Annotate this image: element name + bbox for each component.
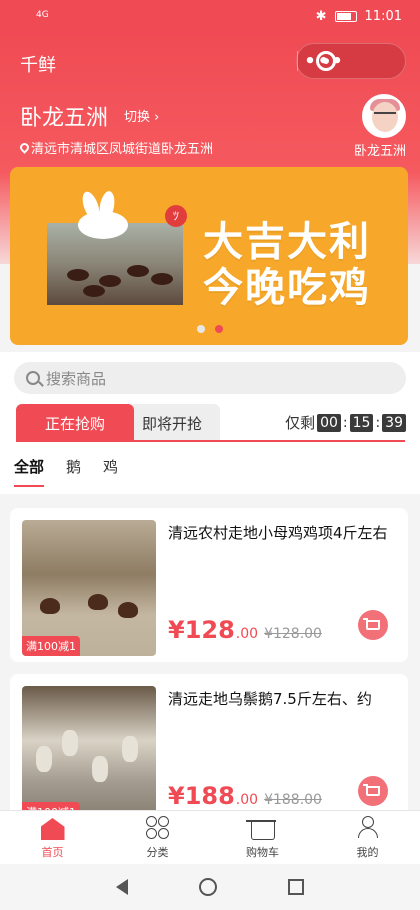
miniprogram-capsule: ••• bbox=[296, 43, 406, 79]
price-decimal: .00 bbox=[235, 792, 259, 808]
countdown-hours: 00 bbox=[317, 413, 341, 432]
avatar[interactable] bbox=[362, 94, 406, 138]
price-row: ¥188 .00 ¥188.00 bbox=[168, 782, 322, 810]
product-image[interactable]: 满100减1 bbox=[22, 520, 156, 656]
category-chicken[interactable]: 鸡 bbox=[103, 456, 118, 487]
signal-indicator: 4G bbox=[36, 10, 49, 20]
original-price: ¥128.00 bbox=[264, 626, 322, 642]
tab-upcoming[interactable]: 即将开抢 bbox=[124, 404, 220, 442]
search-icon bbox=[26, 371, 40, 385]
store-name: 卧龙五洲 bbox=[20, 106, 109, 131]
countdown-timer: 仅剩 00 : 15 : 39 bbox=[285, 412, 406, 433]
product-title[interactable]: 清远农村走地小母鸡鸡项4斤左右 bbox=[168, 522, 392, 543]
price-decimal: .00 bbox=[235, 626, 259, 642]
bunny-mascot-icon bbox=[70, 189, 140, 239]
product-card[interactable]: 满100减1 清远走地乌鬃鹅7.5斤左右、约 ¥188 .00 ¥188.00 bbox=[10, 674, 408, 828]
system-nav-bar bbox=[0, 864, 420, 910]
system-home-icon[interactable] bbox=[198, 878, 217, 896]
target-icon bbox=[315, 51, 336, 71]
nav-profile[interactable]: 我的 bbox=[315, 811, 420, 864]
promo-banner[interactable]: ﾂ 大吉大利 今晚吃鸡 bbox=[10, 167, 408, 345]
price: ¥128 bbox=[168, 616, 235, 644]
search-placeholder: 搜索商品 bbox=[46, 369, 107, 388]
carousel-dots bbox=[197, 325, 223, 333]
countdown-seconds: 39 bbox=[382, 413, 406, 432]
fire-icon: ﾂ bbox=[165, 205, 187, 227]
search-input[interactable]: 搜索商品 bbox=[14, 362, 406, 394]
battery-icon bbox=[334, 11, 357, 22]
product-title[interactable]: 清远走地乌鬃鹅7.5斤左右、约 bbox=[168, 688, 392, 709]
back-icon[interactable] bbox=[115, 879, 128, 895]
chevron-right-icon: › bbox=[154, 110, 160, 125]
category-filter: 全部 鹅 鸡 bbox=[14, 456, 118, 487]
product-image[interactable]: 满100减1 bbox=[22, 686, 156, 822]
cart-icon bbox=[363, 618, 380, 630]
price-row: ¥128 .00 ¥128.00 bbox=[168, 616, 322, 644]
carousel-dot-active[interactable] bbox=[215, 325, 223, 333]
location-pin-icon bbox=[18, 141, 31, 154]
switch-label: 切换 bbox=[124, 110, 151, 125]
bottom-nav: 首页 分类 购物车 我的 bbox=[0, 810, 420, 864]
countdown-minutes: 15 bbox=[349, 413, 374, 432]
discount-badge: 满100减1 bbox=[22, 636, 80, 656]
add-to-cart-button[interactable] bbox=[358, 610, 388, 640]
banner-headline-2: 今晚吃鸡 bbox=[203, 265, 371, 311]
home-icon bbox=[40, 818, 65, 840]
category-goose[interactable]: 鹅 bbox=[66, 456, 81, 487]
sale-tabs: 即将开抢 正在抢购 仅剩 00 : 15 : 39 bbox=[14, 404, 406, 442]
carousel-dot[interactable] bbox=[197, 325, 205, 333]
tab-ongoing[interactable]: 正在抢购 bbox=[16, 404, 134, 442]
nav-cart[interactable]: 购物车 bbox=[210, 811, 315, 864]
nav-category[interactable]: 分类 bbox=[105, 811, 210, 864]
cart-icon bbox=[245, 820, 276, 840]
nav-home[interactable]: 首页 bbox=[0, 811, 105, 864]
add-to-cart-button[interactable] bbox=[358, 776, 388, 806]
switch-store-button[interactable]: 切换 › bbox=[124, 106, 159, 125]
remaining-label: 仅剩 bbox=[285, 414, 316, 432]
category-icon bbox=[145, 816, 170, 840]
nav-home-label: 首页 bbox=[41, 846, 64, 859]
original-price: ¥188.00 bbox=[264, 792, 322, 808]
price: ¥188 bbox=[168, 782, 235, 810]
nav-category-label: 分类 bbox=[146, 846, 169, 859]
cart-icon bbox=[363, 784, 380, 796]
nav-cart-label: 购物车 bbox=[246, 846, 279, 859]
address: 清远市清城区凤城街道卧龙五洲 bbox=[18, 138, 214, 157]
nav-profile-label: 我的 bbox=[356, 846, 379, 859]
user-store-label: 卧龙五洲 bbox=[353, 144, 406, 159]
flash-sale-section: 搜索商品 即将开抢 正在抢购 仅剩 00 : 15 : 39 全部 鹅 鸡 bbox=[0, 352, 420, 494]
recent-apps-icon[interactable] bbox=[288, 879, 305, 895]
product-card[interactable]: 满100减1 清远农村走地小母鸡鸡项4斤左右 ¥128 .00 ¥128.00 bbox=[10, 508, 408, 662]
status-bar: 4G ✱ 11:01 bbox=[0, 0, 420, 34]
category-all[interactable]: 全部 bbox=[14, 456, 45, 487]
address-text: 清远市清城区凤城街道卧龙五洲 bbox=[31, 142, 214, 157]
bluetooth-icon: ✱ bbox=[315, 9, 327, 24]
user-icon bbox=[356, 816, 380, 840]
app-title: 千鲜 bbox=[20, 55, 56, 76]
clock: 11:01 bbox=[364, 9, 402, 24]
